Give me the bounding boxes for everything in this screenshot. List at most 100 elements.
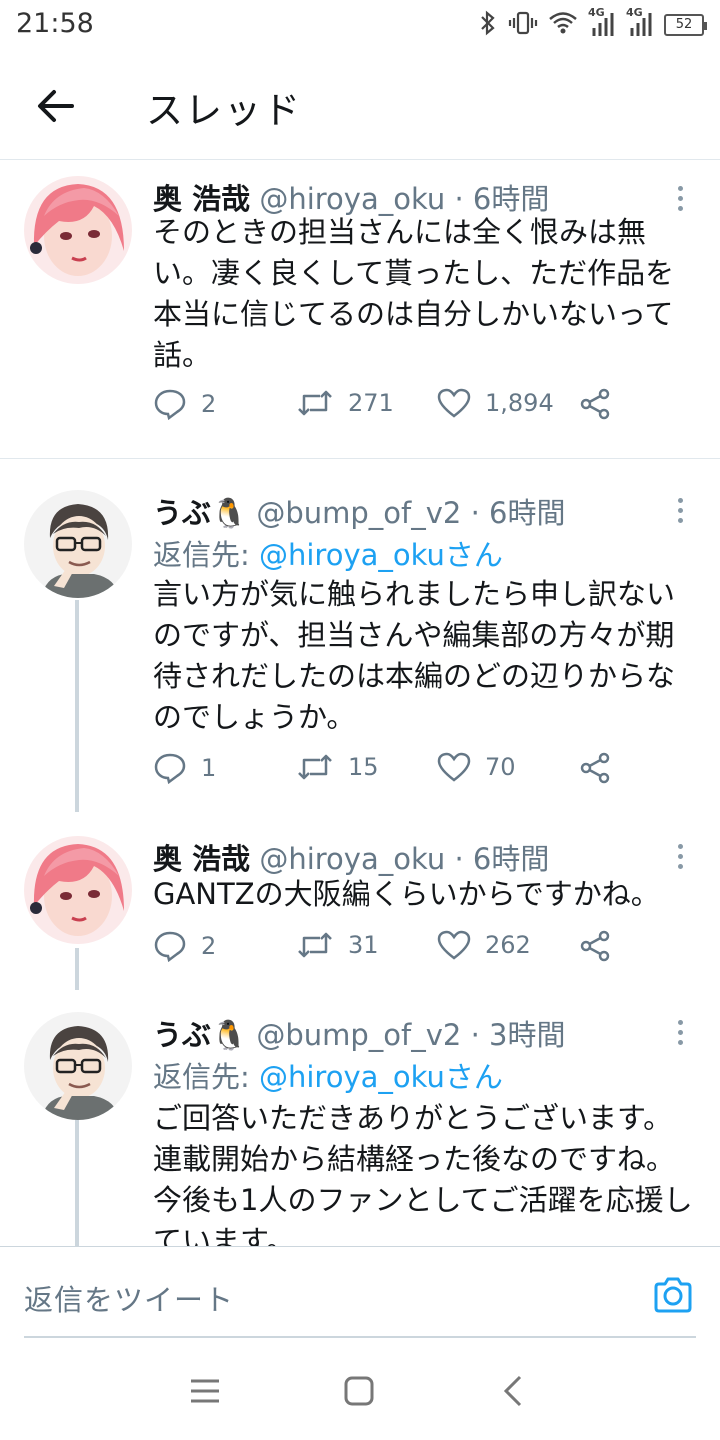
- signal-1-icon: 4G: [588, 6, 616, 40]
- retweet-button[interactable]: 271: [296, 388, 394, 418]
- tweet-text: 言い方が気に触られましたら申し訳ないのですが、担当さんや編集部の方々が期待されだ…: [153, 577, 676, 734]
- input-underline: [24, 1336, 696, 1338]
- thread-feed[interactable]: 奥 浩哉 @hiroya_oku · 6時間 そのときの担当さんには全く恨みは無…: [0, 160, 720, 1246]
- author-handle[interactable]: @bump_of_v2: [256, 1018, 461, 1052]
- menu-button[interactable]: [188, 1374, 222, 1408]
- author-name[interactable]: うぶ🐧: [153, 496, 247, 530]
- like-count: 262: [485, 931, 531, 959]
- author-handle[interactable]: @bump_of_v2: [256, 496, 461, 530]
- avatar[interactable]: [24, 1012, 132, 1120]
- author-handle[interactable]: @hiroya_oku: [259, 182, 445, 216]
- like-button[interactable]: 1,894: [437, 388, 554, 418]
- vibrate-icon: [508, 10, 538, 40]
- author-name[interactable]: 奥 浩哉: [153, 842, 250, 876]
- tweet-actions: 1 15 70: [153, 752, 673, 792]
- more-vertical-icon: [677, 1019, 683, 1025]
- status-icons: 4G 4G 52: [478, 6, 707, 40]
- reply-count: 1: [201, 754, 217, 782]
- like-count: 1,894: [485, 389, 554, 417]
- network-type-label: 4G: [588, 6, 605, 19]
- tweet-header: うぶ🐧 @bump_of_v2 · 3時間: [153, 1012, 680, 1054]
- more-vertical-icon: [677, 185, 683, 191]
- separator-dot: ·: [470, 1018, 480, 1052]
- tweet-text: そのときの担当さんには全く恨みは無い。凄く良くして貰ったし、ただ作品を本当に信じ…: [153, 215, 675, 372]
- avatar[interactable]: [24, 490, 132, 598]
- more-options-button[interactable]: [670, 490, 690, 530]
- arrow-left-icon: [38, 90, 74, 122]
- top-app-bar: スレッド: [0, 50, 720, 160]
- reply-button[interactable]: 1: [153, 752, 216, 784]
- like-button[interactable]: 70: [437, 752, 516, 782]
- reply-count: 2: [201, 932, 217, 960]
- tweet-item[interactable]: うぶ🐧 @bump_of_v2 · 6時間 返信先: @hiroya_okuさん…: [0, 460, 720, 812]
- status-bar: 21:58 4G 4G 52: [0, 0, 720, 50]
- signal-2-icon: 4G: [626, 6, 654, 40]
- retweet-button[interactable]: 31: [296, 930, 379, 960]
- tweet-item[interactable]: 奥 浩哉 @hiroya_oku · 6時間 GANTZの大阪編くらいからですか…: [0, 810, 720, 990]
- avatar[interactable]: [24, 176, 132, 284]
- share-icon: [580, 388, 610, 420]
- thread-connector-line: [75, 600, 79, 812]
- tweet-text: ご回答いただきありがとうございます。連載開始から結構経った後なのですね。今後も1…: [153, 1101, 693, 1246]
- reply-button[interactable]: 2: [153, 930, 216, 962]
- like-button[interactable]: 262: [437, 930, 531, 960]
- battery-icon: 52: [664, 14, 707, 36]
- retweet-count: 15: [348, 753, 379, 781]
- tweet-actions: 2 271 1,894: [153, 388, 673, 428]
- share-button[interactable]: [579, 752, 611, 784]
- wifi-icon: [548, 11, 578, 39]
- share-button[interactable]: [579, 388, 611, 420]
- reply-to-handle[interactable]: @hiroya_okuさん: [259, 538, 503, 572]
- chevron-left-icon: [503, 1375, 522, 1407]
- more-vertical-icon: [677, 843, 683, 849]
- camera-button[interactable]: [652, 1275, 694, 1317]
- reply-bubble-icon: [154, 389, 186, 420]
- author-handle[interactable]: @hiroya_oku: [259, 842, 445, 876]
- tweet-item[interactable]: 奥 浩哉 @hiroya_oku · 6時間 そのときの担当さんには全く恨みは無…: [0, 160, 720, 460]
- more-vertical-icon: [677, 497, 683, 503]
- tweet-actions: 2 31 262: [153, 930, 673, 970]
- retweet-icon: [298, 932, 332, 958]
- tweet-text: GANTZの大阪編くらいからですかね。: [153, 877, 660, 911]
- separator-dot: ·: [470, 496, 480, 530]
- reply-count: 2: [201, 390, 217, 418]
- heart-icon: [437, 930, 471, 960]
- retweet-count: 31: [348, 931, 379, 959]
- reply-input[interactable]: 返信をツイート: [24, 1277, 234, 1319]
- reply-button[interactable]: 2: [153, 388, 216, 420]
- author-name[interactable]: うぶ🐧: [153, 1018, 247, 1052]
- reply-to-line: 返信先: @hiroya_okuさん: [153, 532, 503, 574]
- reply-bubble-icon: [154, 931, 186, 962]
- reply-to-handle[interactable]: @hiroya_okuさん: [259, 1060, 503, 1094]
- heart-icon: [437, 388, 471, 418]
- home-button[interactable]: [342, 1374, 376, 1408]
- back-button[interactable]: [30, 80, 82, 132]
- page-title: スレッド: [146, 89, 302, 132]
- retweet-button[interactable]: 15: [296, 752, 379, 782]
- heart-icon: [437, 752, 471, 782]
- network-type-label-2: 4G: [626, 6, 643, 19]
- home-square-icon: [344, 1376, 374, 1406]
- author-name[interactable]: 奥 浩哉: [153, 182, 250, 216]
- avatar[interactable]: [24, 836, 132, 944]
- bluetooth-icon: [478, 10, 498, 40]
- reply-bubble-icon: [154, 753, 186, 784]
- tweet-item[interactable]: うぶ🐧 @bump_of_v2 · 3時間 返信先: @hiroya_okuさん…: [0, 990, 720, 1246]
- system-navigation-bar: [0, 1340, 720, 1440]
- share-icon: [580, 930, 610, 962]
- separator-dot: ·: [454, 182, 464, 216]
- tweet-header: うぶ🐧 @bump_of_v2 · 6時間: [153, 490, 680, 532]
- tweet-time: 3時間: [489, 1018, 566, 1052]
- menu-icon: [191, 1379, 219, 1403]
- retweet-count: 271: [348, 389, 394, 417]
- more-options-button[interactable]: [670, 1012, 690, 1052]
- reply-composer: 返信をツイート: [0, 1246, 720, 1338]
- system-back-button[interactable]: [496, 1374, 530, 1408]
- like-count: 70: [485, 753, 516, 781]
- camera-icon: [654, 1277, 692, 1313]
- reply-to-line: 返信先: @hiroya_okuさん: [153, 1054, 503, 1096]
- separator-dot: ·: [454, 842, 464, 876]
- more-options-button[interactable]: [670, 836, 690, 876]
- tweet-time: 6時間: [472, 842, 550, 876]
- share-button[interactable]: [579, 930, 611, 962]
